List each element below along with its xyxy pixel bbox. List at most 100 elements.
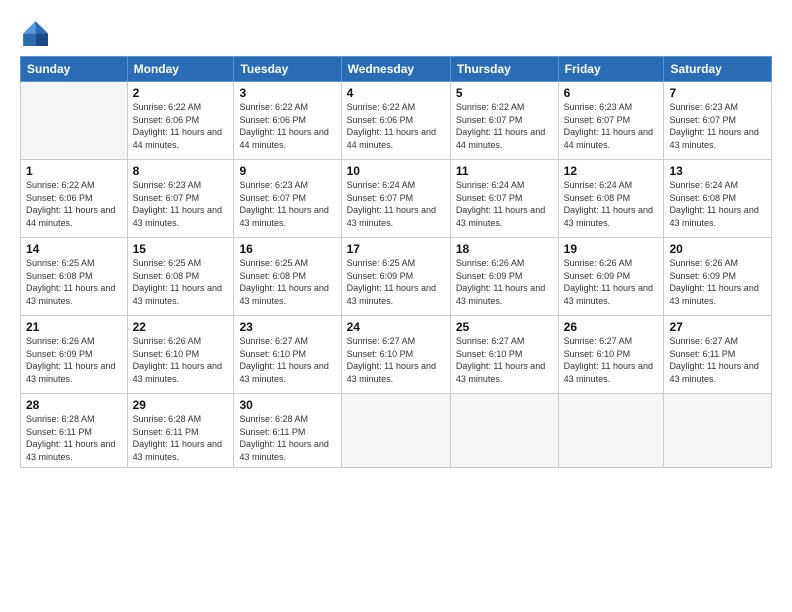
day-number: 17 [347,242,445,256]
day-detail: Sunrise: 6:24 AMSunset: 6:07 PMDaylight:… [347,179,445,229]
weekday-header-monday: Monday [127,57,234,82]
calendar-day-cell: 15Sunrise: 6:25 AMSunset: 6:08 PMDayligh… [127,238,234,316]
calendar-day-cell: 3Sunrise: 6:22 AMSunset: 6:06 PMDaylight… [234,82,341,160]
calendar-table: SundayMondayTuesdayWednesdayThursdayFrid… [20,56,772,468]
calendar-day-cell: 6Sunrise: 6:23 AMSunset: 6:07 PMDaylight… [558,82,664,160]
calendar-week-row: 2Sunrise: 6:22 AMSunset: 6:06 PMDaylight… [21,82,772,160]
day-detail: Sunrise: 6:24 AMSunset: 6:08 PMDaylight:… [564,179,659,229]
day-number: 16 [239,242,335,256]
day-detail: Sunrise: 6:22 AMSunset: 6:06 PMDaylight:… [26,179,122,229]
calendar-day-cell: 18Sunrise: 6:26 AMSunset: 6:09 PMDayligh… [450,238,558,316]
logo [20,18,52,46]
calendar-day-cell: 24Sunrise: 6:27 AMSunset: 6:10 PMDayligh… [341,316,450,394]
calendar-day-cell: 23Sunrise: 6:27 AMSunset: 6:10 PMDayligh… [234,316,341,394]
calendar-day-cell: 10Sunrise: 6:24 AMSunset: 6:07 PMDayligh… [341,160,450,238]
day-detail: Sunrise: 6:26 AMSunset: 6:09 PMDaylight:… [456,257,553,307]
day-number: 6 [564,86,659,100]
day-number: 3 [239,86,335,100]
day-detail: Sunrise: 6:26 AMSunset: 6:10 PMDaylight:… [133,335,229,385]
calendar-day-cell: 26Sunrise: 6:27 AMSunset: 6:10 PMDayligh… [558,316,664,394]
calendar-day-cell: 11Sunrise: 6:24 AMSunset: 6:07 PMDayligh… [450,160,558,238]
calendar-day-cell: 2Sunrise: 6:22 AMSunset: 6:06 PMDaylight… [127,82,234,160]
calendar-day-cell: 5Sunrise: 6:22 AMSunset: 6:07 PMDaylight… [450,82,558,160]
day-detail: Sunrise: 6:25 AMSunset: 6:08 PMDaylight:… [239,257,335,307]
day-number: 13 [669,164,766,178]
calendar-day-cell: 19Sunrise: 6:26 AMSunset: 6:09 PMDayligh… [558,238,664,316]
calendar-day-cell [558,394,664,468]
calendar-day-cell: 20Sunrise: 6:26 AMSunset: 6:09 PMDayligh… [664,238,772,316]
day-detail: Sunrise: 6:26 AMSunset: 6:09 PMDaylight:… [564,257,659,307]
calendar-day-cell: 16Sunrise: 6:25 AMSunset: 6:08 PMDayligh… [234,238,341,316]
day-detail: Sunrise: 6:24 AMSunset: 6:08 PMDaylight:… [669,179,766,229]
calendar-day-cell: 30Sunrise: 6:28 AMSunset: 6:11 PMDayligh… [234,394,341,468]
day-number: 9 [239,164,335,178]
calendar-day-cell: 9Sunrise: 6:23 AMSunset: 6:07 PMDaylight… [234,160,341,238]
calendar-day-cell: 12Sunrise: 6:24 AMSunset: 6:08 PMDayligh… [558,160,664,238]
day-number: 21 [26,320,122,334]
weekday-header-thursday: Thursday [450,57,558,82]
day-number: 4 [347,86,445,100]
weekday-header-sunday: Sunday [21,57,128,82]
day-detail: Sunrise: 6:27 AMSunset: 6:10 PMDaylight:… [239,335,335,385]
day-number: 29 [133,398,229,412]
day-number: 28 [26,398,122,412]
day-detail: Sunrise: 6:23 AMSunset: 6:07 PMDaylight:… [239,179,335,229]
day-detail: Sunrise: 6:28 AMSunset: 6:11 PMDaylight:… [239,413,335,463]
day-detail: Sunrise: 6:28 AMSunset: 6:11 PMDaylight:… [133,413,229,463]
day-detail: Sunrise: 6:27 AMSunset: 6:10 PMDaylight:… [456,335,553,385]
day-number: 12 [564,164,659,178]
day-detail: Sunrise: 6:22 AMSunset: 6:06 PMDaylight:… [347,101,445,151]
calendar-week-row: 28Sunrise: 6:28 AMSunset: 6:11 PMDayligh… [21,394,772,468]
calendar-header-row: SundayMondayTuesdayWednesdayThursdayFrid… [21,57,772,82]
day-number: 24 [347,320,445,334]
calendar-body: 2Sunrise: 6:22 AMSunset: 6:06 PMDaylight… [21,82,772,468]
day-detail: Sunrise: 6:27 AMSunset: 6:11 PMDaylight:… [669,335,766,385]
day-number: 18 [456,242,553,256]
day-detail: Sunrise: 6:22 AMSunset: 6:07 PMDaylight:… [456,101,553,151]
page: SundayMondayTuesdayWednesdayThursdayFrid… [0,0,792,612]
day-detail: Sunrise: 6:25 AMSunset: 6:09 PMDaylight:… [347,257,445,307]
calendar-day-cell: 28Sunrise: 6:28 AMSunset: 6:11 PMDayligh… [21,394,128,468]
day-number: 30 [239,398,335,412]
day-detail: Sunrise: 6:23 AMSunset: 6:07 PMDaylight:… [669,101,766,151]
calendar-day-cell [450,394,558,468]
day-number: 20 [669,242,766,256]
calendar-day-cell: 8Sunrise: 6:23 AMSunset: 6:07 PMDaylight… [127,160,234,238]
day-number: 1 [26,164,122,178]
day-detail: Sunrise: 6:28 AMSunset: 6:11 PMDaylight:… [26,413,122,463]
logo-icon [20,18,48,46]
day-number: 11 [456,164,553,178]
calendar-day-cell: 21Sunrise: 6:26 AMSunset: 6:09 PMDayligh… [21,316,128,394]
calendar-day-cell [21,82,128,160]
calendar-day-cell: 22Sunrise: 6:26 AMSunset: 6:10 PMDayligh… [127,316,234,394]
weekday-header-wednesday: Wednesday [341,57,450,82]
day-number: 14 [26,242,122,256]
day-number: 25 [456,320,553,334]
calendar-week-row: 1Sunrise: 6:22 AMSunset: 6:06 PMDaylight… [21,160,772,238]
calendar-day-cell: 27Sunrise: 6:27 AMSunset: 6:11 PMDayligh… [664,316,772,394]
day-number: 8 [133,164,229,178]
calendar-day-cell: 29Sunrise: 6:28 AMSunset: 6:11 PMDayligh… [127,394,234,468]
day-detail: Sunrise: 6:22 AMSunset: 6:06 PMDaylight:… [239,101,335,151]
day-detail: Sunrise: 6:27 AMSunset: 6:10 PMDaylight:… [347,335,445,385]
calendar-day-cell: 17Sunrise: 6:25 AMSunset: 6:09 PMDayligh… [341,238,450,316]
day-number: 5 [456,86,553,100]
day-detail: Sunrise: 6:22 AMSunset: 6:06 PMDaylight:… [133,101,229,151]
weekday-header-tuesday: Tuesday [234,57,341,82]
day-number: 10 [347,164,445,178]
day-number: 2 [133,86,229,100]
day-detail: Sunrise: 6:25 AMSunset: 6:08 PMDaylight:… [133,257,229,307]
calendar-day-cell: 25Sunrise: 6:27 AMSunset: 6:10 PMDayligh… [450,316,558,394]
day-detail: Sunrise: 6:26 AMSunset: 6:09 PMDaylight:… [669,257,766,307]
calendar-day-cell: 1Sunrise: 6:22 AMSunset: 6:06 PMDaylight… [21,160,128,238]
calendar-week-row: 21Sunrise: 6:26 AMSunset: 6:09 PMDayligh… [21,316,772,394]
weekday-header-friday: Friday [558,57,664,82]
day-number: 19 [564,242,659,256]
calendar-week-row: 14Sunrise: 6:25 AMSunset: 6:08 PMDayligh… [21,238,772,316]
day-detail: Sunrise: 6:26 AMSunset: 6:09 PMDaylight:… [26,335,122,385]
day-detail: Sunrise: 6:27 AMSunset: 6:10 PMDaylight:… [564,335,659,385]
day-detail: Sunrise: 6:25 AMSunset: 6:08 PMDaylight:… [26,257,122,307]
calendar-day-cell [341,394,450,468]
calendar-day-cell: 4Sunrise: 6:22 AMSunset: 6:06 PMDaylight… [341,82,450,160]
day-number: 26 [564,320,659,334]
